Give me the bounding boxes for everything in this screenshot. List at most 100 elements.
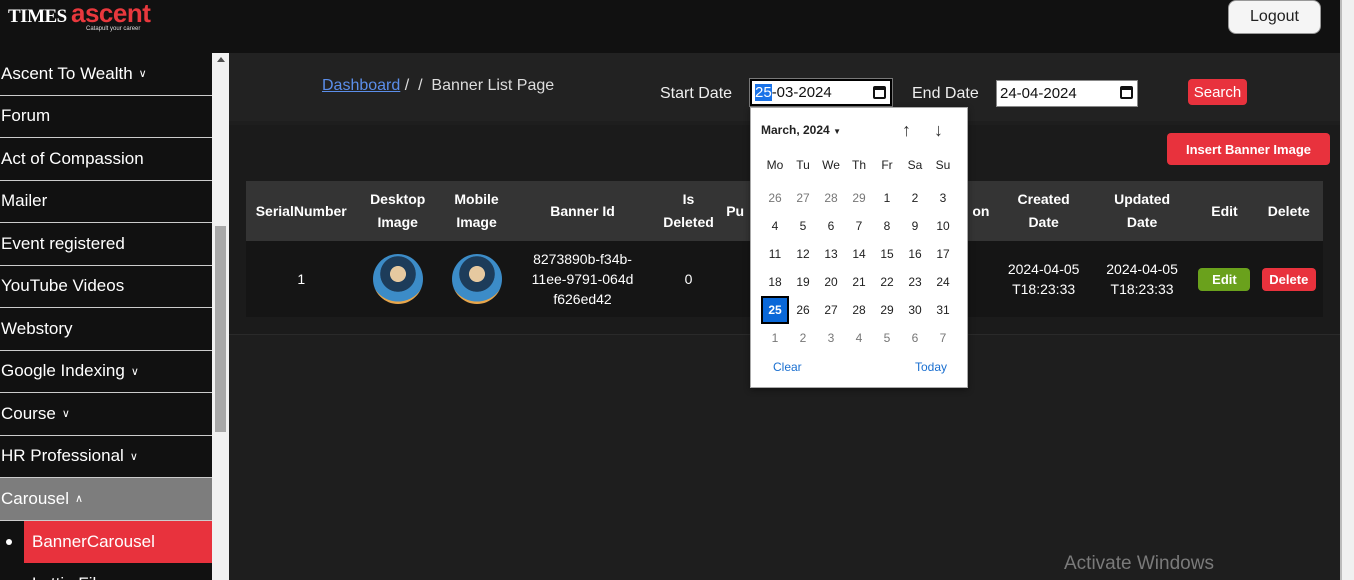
calendar-day[interactable]: 23 bbox=[901, 268, 929, 296]
sidebar-item-forum[interactable]: Forum bbox=[0, 96, 212, 138]
calendar-day[interactable]: 7 bbox=[845, 212, 873, 240]
calendar-day[interactable]: 19 bbox=[789, 268, 817, 296]
sidebar-item-event-registered[interactable]: Event registered bbox=[0, 223, 212, 266]
selected-day[interactable]: 25 bbox=[761, 296, 789, 324]
weekday-label: We bbox=[822, 158, 840, 172]
calendar-day[interactable]: 16 bbox=[901, 240, 929, 268]
page-scrollbar[interactable] bbox=[1340, 0, 1354, 580]
sidebar-subitem-bannercarousel[interactable]: BannerCarousel bbox=[0, 520, 212, 563]
calendar-day[interactable]: 6 bbox=[901, 324, 929, 352]
calendar-day[interactable]: 12 bbox=[789, 240, 817, 268]
calendar-day[interactable]: 17 bbox=[929, 240, 957, 268]
chevron-down-icon: ∨ bbox=[129, 450, 138, 463]
calendar-day[interactable]: 30 bbox=[901, 296, 929, 324]
logout-button[interactable]: Logout bbox=[1228, 0, 1321, 34]
calendar-day[interactable]: 27 bbox=[817, 296, 845, 324]
cell-banner-id: 8273890b-f34b-11ee-9791-064df626ed42 bbox=[514, 241, 651, 317]
breadcrumb-dashboard-link[interactable]: Dashboard bbox=[322, 77, 400, 94]
cell-delete: Delete bbox=[1254, 241, 1323, 317]
created-date-text: 2024-04-05T18:23:33 bbox=[1007, 261, 1080, 297]
weekday-label: Fr bbox=[881, 158, 893, 172]
created-header-text: Created Date bbox=[1017, 191, 1070, 230]
sidebar-item-act-of-compassion[interactable]: Act of Compassion bbox=[0, 138, 212, 181]
sidebar-item-hr-professional[interactable]: HR Professional ∨ bbox=[0, 436, 212, 478]
calendar-day[interactable]: 21 bbox=[845, 268, 873, 296]
calendar-icon[interactable] bbox=[1120, 86, 1133, 99]
insert-banner-button[interactable]: Insert Banner Image bbox=[1167, 133, 1330, 165]
calendar-icon[interactable] bbox=[873, 86, 886, 99]
calendar-day[interactable]: 7 bbox=[929, 324, 957, 352]
weekday-label: Tu bbox=[796, 158, 810, 172]
sidebar-item-label: Google Indexing bbox=[1, 361, 125, 381]
chevron-down-icon: ∨ bbox=[61, 408, 70, 421]
sidebar-item-google-indexing[interactable]: Google Indexing ∨ bbox=[0, 351, 212, 393]
calendar-day[interactable]: 3 bbox=[929, 184, 957, 212]
scroll-up-arrow-icon[interactable] bbox=[217, 57, 225, 62]
calendar-day[interactable]: 31 bbox=[929, 296, 957, 324]
sidebar-item-course[interactable]: Course ∨ bbox=[0, 393, 212, 436]
calendar-day[interactable]: 26 bbox=[761, 184, 789, 212]
calendar-day[interactable]: 1 bbox=[761, 324, 789, 352]
calendar-day[interactable]: 20 bbox=[817, 268, 845, 296]
calendar-day[interactable]: 28 bbox=[845, 296, 873, 324]
sidebar-item-label: Mailer bbox=[1, 191, 48, 211]
month-year-dropdown[interactable]: March, 2024 ▼ bbox=[761, 123, 841, 137]
start-date-rest: -03-2024 bbox=[771, 84, 832, 101]
sidebar-item-webstory[interactable]: Webstory bbox=[0, 308, 212, 351]
next-month-arrow-icon[interactable]: ↓ bbox=[934, 120, 943, 141]
date-picker-popup: March, 2024 ▼ ↑ ↓ Mo Tu We Th Fr Sa Su 26 27 28 2… bbox=[750, 107, 968, 388]
calendar-day[interactable]: 14 bbox=[845, 240, 873, 268]
calendar-day[interactable]: 22 bbox=[873, 268, 901, 296]
calendar-day[interactable]: 13 bbox=[817, 240, 845, 268]
calendar-day[interactable]: 4 bbox=[845, 324, 873, 352]
calendar-day[interactable]: 2 bbox=[789, 324, 817, 352]
calendar-day[interactable]: 9 bbox=[901, 212, 929, 240]
cell-desktop-image bbox=[356, 241, 439, 317]
calendar-day[interactable]: 28 bbox=[817, 184, 845, 212]
start-date-input[interactable]: 25 -03-2024 bbox=[749, 78, 893, 107]
start-date-day-segment[interactable]: 25 bbox=[755, 84, 772, 101]
previous-month-arrow-icon[interactable]: ↑ bbox=[902, 120, 911, 141]
delete-button[interactable]: Delete bbox=[1261, 267, 1316, 291]
search-button[interactable]: Search bbox=[1188, 79, 1247, 105]
calendar-day[interactable]: 5 bbox=[789, 212, 817, 240]
updated-header-text: Updated Date bbox=[1114, 191, 1171, 230]
calendar-day[interactable]: 1 bbox=[873, 184, 901, 212]
desktop-banner-thumbnail[interactable] bbox=[372, 254, 423, 304]
today-button[interactable]: Today bbox=[915, 360, 947, 374]
calendar-day[interactable]: 27 bbox=[789, 184, 817, 212]
weekday-header: Mo Tu We Th Fr Sa Su bbox=[761, 158, 961, 172]
breadcrumb: Dashboard / / Banner List Page bbox=[322, 77, 554, 95]
calendar-day[interactable]: 10 bbox=[929, 212, 957, 240]
sidebar-item-label: Webstory bbox=[1, 318, 73, 338]
calendar-day[interactable]: 6 bbox=[817, 212, 845, 240]
sidebar-item-carousel[interactable]: Carousel ∧ bbox=[0, 478, 212, 521]
times-ascent-logo[interactable]: TIMES ascent Catapult your career bbox=[8, 0, 178, 36]
calendar-day[interactable]: 18 bbox=[761, 268, 789, 296]
weekday-label: Su bbox=[935, 158, 951, 172]
sidebar-scroll-thumb[interactable] bbox=[215, 226, 226, 432]
sidebar-subitem-lottie-files[interactable]: Lottie Files bbox=[0, 563, 212, 580]
sidebar-item-youtube-videos[interactable]: YouTube Videos bbox=[0, 266, 212, 308]
calendar-day[interactable]: 8 bbox=[873, 212, 901, 240]
calendar-day[interactable]: 11 bbox=[761, 240, 789, 268]
calendar-day[interactable]: 3 bbox=[817, 324, 845, 352]
calendar-day[interactable]: 2 bbox=[901, 184, 929, 212]
edit-button[interactable]: Edit bbox=[1198, 267, 1251, 291]
calendar-day[interactable]: 29 bbox=[845, 184, 873, 212]
end-date-value: 24-04-2024 bbox=[1000, 85, 1077, 102]
clear-date-button[interactable]: Clear bbox=[773, 360, 802, 374]
calendar-day[interactable]: 26 bbox=[789, 296, 817, 324]
calendar-day[interactable]: 4 bbox=[761, 212, 789, 240]
sidebar-item-mailer[interactable]: Mailer bbox=[0, 181, 212, 223]
sidebar-item-ascent-to-wealth[interactable]: Ascent To Wealth ∨ bbox=[0, 53, 212, 96]
calendar-day[interactable]: 15 bbox=[873, 240, 901, 268]
end-date-input[interactable]: 24-04-2024 bbox=[996, 80, 1138, 107]
calendar-day[interactable]: 29 bbox=[873, 296, 901, 324]
chevron-up-icon: ∧ bbox=[75, 493, 84, 506]
mobile-banner-thumbnail[interactable] bbox=[451, 254, 502, 304]
is-deleted-header-text: Is Deleted bbox=[663, 191, 714, 230]
sidebar-scrollbar[interactable] bbox=[212, 53, 229, 580]
calendar-day[interactable]: 5 bbox=[873, 324, 901, 352]
calendar-day[interactable]: 24 bbox=[929, 268, 957, 296]
